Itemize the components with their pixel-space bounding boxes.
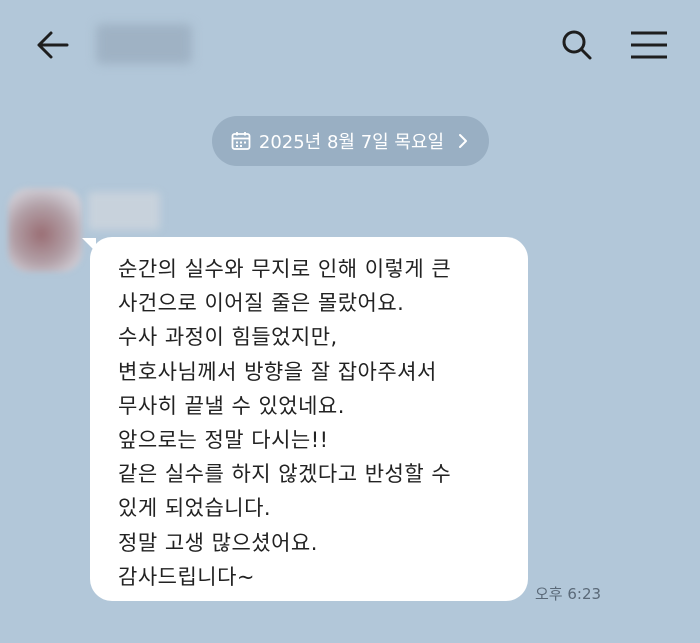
- message-line: 앞으로는 정말 다시는!!: [118, 428, 329, 453]
- message-text: 순간의 실수와 무지로 인해 이렇게 큰 사건으로 이어질 줄은 몰랐어요. 수…: [118, 252, 518, 594]
- sender-name-blurred: [88, 192, 160, 230]
- chevron-right-icon: [459, 134, 468, 148]
- hamburger-menu-icon: [631, 31, 667, 59]
- message-line: 무사히 끝낼 수 있었네요.: [118, 393, 345, 418]
- message-line: 수사 과정이 힘들었지만,: [118, 325, 338, 350]
- search-icon: [562, 30, 592, 60]
- search-button[interactable]: [555, 25, 599, 65]
- chat-room-name-blurred: [96, 24, 192, 64]
- chat-header: [0, 0, 700, 90]
- calendar-icon: [231, 132, 251, 150]
- avatar[interactable]: [8, 188, 82, 272]
- message-line: 있게 되었습니다.: [118, 496, 272, 521]
- message-line: 감사드립니다~: [118, 564, 256, 589]
- message-line: 순간의 실수와 무지로 인해 이렇게 큰: [118, 257, 452, 281]
- message-line: 사건으로 이어질 줄은 몰랐어요.: [118, 291, 405, 316]
- back-button[interactable]: [30, 25, 74, 65]
- message-timestamp: 오후 6:23: [535, 585, 602, 603]
- date-text: 2025년 8월 7일 목요일: [258, 132, 445, 153]
- message-line: 정말 고생 많으셨어요.: [118, 530, 318, 555]
- message-line: 같은 실수를 하지 않겠다고 반성할 수: [118, 462, 452, 487]
- arrow-left-icon: [37, 31, 69, 59]
- menu-button[interactable]: [625, 25, 673, 65]
- date-divider[interactable]: 2025년 8월 7일 목요일: [212, 116, 489, 166]
- message-line: 변호사님께서 방향을 잘 잡아주셔서: [118, 359, 437, 384]
